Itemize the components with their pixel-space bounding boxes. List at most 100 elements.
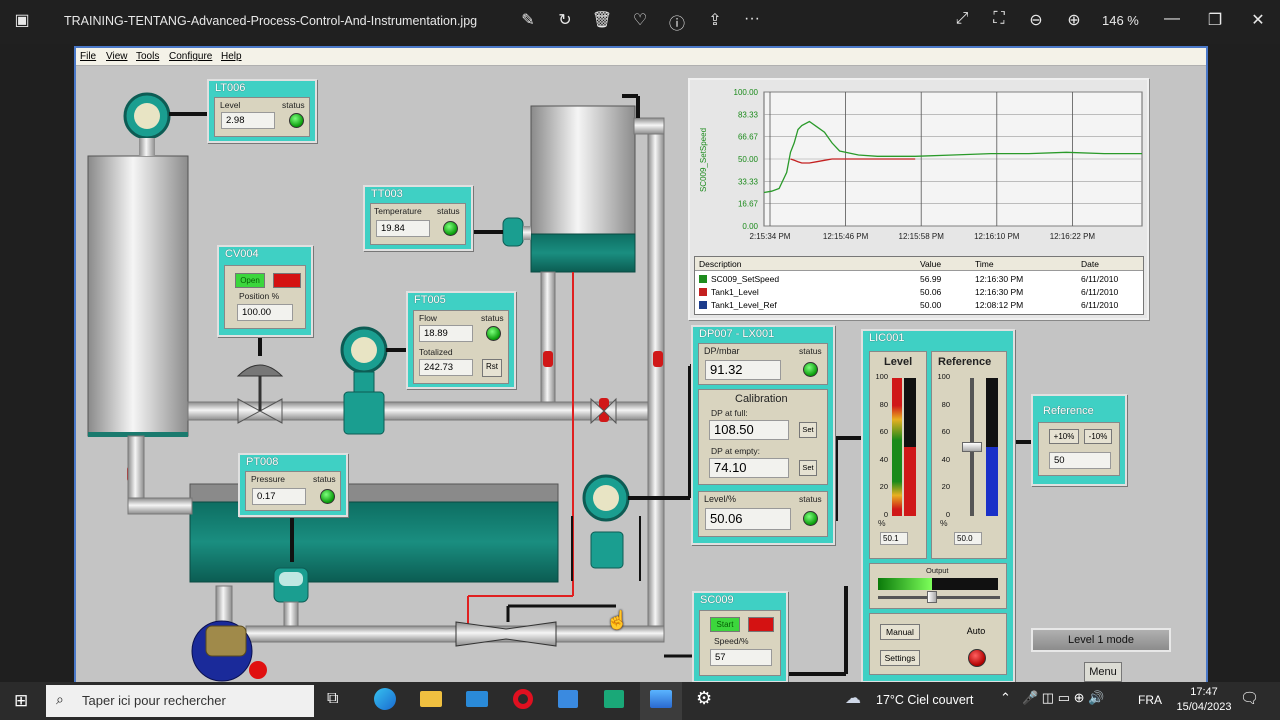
lic001-auto-button[interactable]: Auto <box>956 624 996 640</box>
pt008-status-label: status <box>313 474 336 484</box>
favorite-icon[interactable]: ♡ <box>628 10 652 30</box>
sc009-title: SC009 <box>700 594 734 606</box>
y-tick-label: 16.67 <box>738 200 759 209</box>
task-view-icon[interactable]: ⧉ <box>327 690 338 708</box>
lt006-title: LT006 <box>215 82 246 94</box>
clock[interactable]: 17:47 15/04/2023 <box>1174 685 1234 715</box>
zoom-level[interactable]: 146 % <box>1102 13 1139 28</box>
tt003-label: Temperature <box>374 206 422 216</box>
menu-file[interactable]: File <box>80 51 96 62</box>
language-indicator[interactable]: FRA <box>1138 693 1162 707</box>
tt003-body: Temperature status 19.84 <box>370 203 466 245</box>
legend-cell: Tank1_Level <box>711 287 759 297</box>
lic001-reference-slider[interactable] <box>962 442 982 452</box>
trend-chart: SC009_SetSpeed 100.00 83.33 66.67 50.00 33.3… <box>688 78 1149 320</box>
edge-icon[interactable] <box>374 688 396 710</box>
cv004-position-label: Position % <box>239 291 280 301</box>
photos-taskbar-icon[interactable] <box>650 690 672 708</box>
taskbar-search[interactable]: ⌕ Taper ici pour rechercher <box>46 685 314 717</box>
sc009-speed-label: Speed/% <box>714 636 749 646</box>
zoom-in-icon[interactable]: ⊕ <box>1062 10 1086 30</box>
ft005-reset-button[interactable]: Rst <box>482 359 502 377</box>
mail-icon[interactable] <box>466 691 488 707</box>
share-icon[interactable]: ⇪ <box>703 10 727 30</box>
store-icon[interactable] <box>558 690 578 708</box>
legend-header-cell: Time <box>975 259 994 269</box>
level-mode-button[interactable]: Level 1 mode <box>1031 628 1171 652</box>
legend-cell: 12:16:30 PM <box>975 287 1024 297</box>
dp007-set-empty-button[interactable]: Set <box>799 460 817 476</box>
fit-icon[interactable]: ⛶ <box>987 10 1011 28</box>
dp007-dp-body: DP/mbar status 91.32 <box>698 343 828 385</box>
settings-gear-icon[interactable]: ⚙ <box>696 688 712 709</box>
lt006-label: Level <box>220 100 241 110</box>
cv004-open-button[interactable]: Open <box>235 273 265 288</box>
opera-icon[interactable] <box>513 689 533 709</box>
lic001-title: LIC001 <box>869 332 905 344</box>
sc009-stop-button[interactable] <box>748 617 774 632</box>
lic001-settings-button[interactable]: Settings <box>880 650 920 666</box>
photos-icon[interactable]: ▣ <box>10 10 34 30</box>
minimize-icon[interactable]: — <box>1160 10 1184 28</box>
legend-row[interactable]: Tank1_Level_Ref 50.00 12:08:12 PM 6/11/2010 <box>695 299 1143 312</box>
zoom-out-icon[interactable]: ⊖ <box>1024 10 1048 30</box>
menu-view[interactable]: View <box>106 51 128 62</box>
maximize-icon[interactable]: ❐ <box>1203 10 1227 30</box>
legend-swatch <box>699 288 707 296</box>
legend-row[interactable]: Tank1_Level 50.06 12:16:30 PM 6/11/2010 <box>695 286 1143 299</box>
app-icon[interactable] <box>604 690 624 708</box>
lt006-status-label: status <box>282 100 305 110</box>
file-explorer-icon[interactable] <box>420 691 442 707</box>
dp007-full-label: DP at full: <box>711 408 748 418</box>
chevron-up-icon[interactable]: ⌃ <box>1000 690 1011 706</box>
tt003-panel: TT003 Temperature status 19.84 <box>363 185 473 251</box>
x-tick-label: 12:15:46 PM <box>823 232 869 241</box>
dp007-set-full-button[interactable]: Set <box>799 422 817 438</box>
info-icon[interactable]: ⓘ <box>665 10 689 34</box>
y-tick-label: 83.33 <box>738 110 759 119</box>
dp007-level-led <box>803 511 818 526</box>
lic001-manual-button[interactable]: Manual <box>880 624 920 640</box>
lic001-output-slider-track[interactable] <box>878 596 1000 599</box>
scale-tick-label: 80 <box>941 399 950 409</box>
legend-header-cell: Date <box>1081 259 1099 269</box>
scale-tick-label: 100 <box>875 372 888 381</box>
dp007-empty-value[interactable]: 74.10 <box>709 458 789 478</box>
reference-plus-button[interactable]: +10% <box>1049 429 1079 444</box>
sc009-speed-value[interactable]: 57 <box>710 649 772 666</box>
lic001-alarm-led <box>968 649 986 667</box>
more-icon[interactable]: ··· <box>740 10 764 28</box>
legend-cell: Tank1_Level_Ref <box>711 300 777 310</box>
reference-minus-button[interactable]: -10% <box>1084 429 1112 444</box>
lic001-reference-bar <box>986 447 998 516</box>
edit-icon[interactable]: ✎ <box>516 10 540 30</box>
dp007-full-value[interactable]: 108.50 <box>709 420 789 440</box>
close-icon[interactable]: ✕ <box>1246 10 1270 30</box>
weather-text[interactable]: 17°C Ciel couvert <box>876 693 973 707</box>
expand-icon[interactable]: ⤢ <box>950 10 974 28</box>
ft005-body: Flow status 18.89 Totalized 242.73 Rst <box>413 310 509 384</box>
notifications-icon[interactable]: 🗨 <box>1240 689 1259 707</box>
tray-icons[interactable]: 🎤 ◫ ▭ ⊕ 🔊 <box>1022 690 1104 706</box>
dp007-level-value: 50.06 <box>705 508 791 530</box>
lic001-mode-controls: Manual Auto Settings <box>869 613 1007 675</box>
cv004-close-button[interactable]: Close <box>273 273 301 288</box>
legend-cell: SC009_SetSpeed <box>711 274 780 284</box>
delete-icon[interactable]: 🗑 <box>590 10 614 30</box>
hmi-image: File View Tools Configure Help LT006 Lev… <box>74 46 1208 682</box>
legend-row[interactable]: SC009_SetSpeed 56.99 12:16:30 PM 6/11/2010 <box>695 273 1143 286</box>
windows-start-icon[interactable]: ⊞ <box>14 691 28 711</box>
menu-tools[interactable]: Tools <box>136 51 159 62</box>
cv004-panel: CV004 Open Close Position % 100.00 <box>217 245 313 337</box>
rotate-icon[interactable]: ↻ <box>553 10 577 30</box>
legend-cell: 56.99 <box>920 274 942 284</box>
lic001-output-slider[interactable] <box>927 591 937 603</box>
menu-help[interactable]: Help <box>221 51 242 62</box>
reference-value[interactable]: 50 <box>1049 452 1111 469</box>
sc009-panel: SC009 Start Speed/% 57 <box>692 591 788 682</box>
menu-button[interactable]: Menu <box>1084 662 1122 682</box>
lic001-reference-value: 50.0 <box>954 532 982 545</box>
menu-configure[interactable]: Configure <box>169 51 212 62</box>
sc009-start-button[interactable]: Start <box>710 617 740 632</box>
dp007-calibration: Calibration DP at full: 108.50 Set DP at… <box>698 389 828 485</box>
